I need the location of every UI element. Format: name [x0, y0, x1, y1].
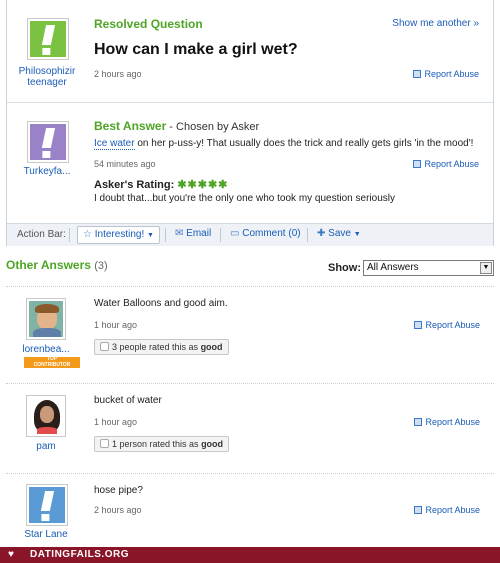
action-bar-label: Action Bar:	[17, 229, 66, 240]
answer-avatar[interactable]	[26, 484, 68, 526]
email-label: Email	[186, 228, 212, 239]
report-abuse-label: Report Abuse	[425, 505, 480, 515]
answer-text: Water Balloons and good aim.	[94, 298, 228, 309]
chevron-down-icon: ▼	[353, 231, 361, 238]
thumbs-up-icon	[100, 342, 109, 351]
rating-word: good	[201, 439, 224, 449]
question-row: Philosophizir teenager Resolved Question…	[7, 0, 493, 103]
question-time: 2 hours ago	[94, 69, 142, 79]
best-answer-row: Turkeyfa... Best Answer - Chosen by Aske…	[7, 104, 493, 222]
footer-brand: DATINGFAILS.ORG	[30, 549, 129, 560]
comment-label: Comment (0)	[242, 228, 301, 239]
asker-name[interactable]: Philosophizir teenager	[7, 66, 87, 88]
answer-item: Star Lane hose pipe? 2 hours ago Report …	[6, 473, 494, 547]
flag-icon	[414, 506, 423, 514]
exclamation-icon	[30, 124, 66, 160]
flag-icon	[413, 70, 422, 78]
interesting-button[interactable]: ☆ Interesting! ▼	[77, 226, 160, 244]
asker-rating-label: Asker's Rating:	[94, 179, 175, 191]
answer-user[interactable]: lorenbea...	[6, 344, 86, 355]
report-abuse-label: Report Abuse	[424, 159, 479, 169]
best-answer-text: Ice water on her p-uss-y! That usually d…	[94, 138, 484, 150]
asker-name-line2: teenager	[27, 77, 67, 88]
show-label: Show:	[328, 262, 361, 274]
comment-icon: ▭	[230, 228, 240, 239]
action-bar: Action Bar: ☆ Interesting! ▼ ✉ Email ▭ C…	[7, 223, 493, 246]
other-answers-heading: Other Answers (3)	[6, 258, 108, 272]
flag-icon	[413, 160, 422, 168]
show-filter-select[interactable]: All Answers ▼	[363, 260, 494, 276]
report-abuse-label: Report Abuse	[425, 320, 480, 330]
chevron-down-icon[interactable]: ▼	[480, 262, 492, 274]
chosen-by-label: - Chosen by Asker	[166, 121, 260, 133]
chevron-down-icon: ▼	[147, 232, 154, 239]
save-button[interactable]: ✚ Save ▼	[312, 226, 366, 244]
answer-time: 1 hour ago	[94, 417, 138, 427]
best-answer-avatar[interactable]	[27, 121, 69, 163]
answer-avatar[interactable]	[26, 395, 66, 437]
other-answers-count: (3)	[94, 260, 108, 272]
asker-name-line1[interactable]: Philosophizir	[7, 66, 87, 77]
other-answers-title: Other Answers	[6, 258, 91, 272]
question-title: How can I make a girl wet?	[94, 41, 298, 58]
answer-avatar[interactable]	[26, 298, 66, 340]
report-abuse-link[interactable]: Report Abuse	[414, 417, 480, 427]
ice-water-link[interactable]: Ice water	[94, 138, 135, 150]
report-abuse-label: Report Abuse	[425, 417, 480, 427]
thumbs-up-icon	[100, 439, 109, 448]
best-answer-time: 54 minutes ago	[94, 159, 156, 169]
interesting-label: Interesting!	[94, 229, 145, 240]
show-another-link[interactable]: Show me another »	[392, 18, 479, 29]
answer-time: 1 hour ago	[94, 320, 138, 330]
heart-icon: ♥	[8, 549, 14, 560]
rating-button[interactable]: 3 people rated this as good	[94, 339, 229, 355]
report-abuse-link[interactable]: Report Abuse	[414, 320, 480, 330]
answer-text: bucket of water	[94, 395, 162, 406]
rating-button[interactable]: 1 person rated this as good	[94, 436, 230, 452]
rating-word: good	[200, 342, 223, 352]
footer-watermark: ♥ DATINGFAILS.ORG	[0, 547, 500, 563]
question-panel: Philosophizir teenager Resolved Question…	[6, 0, 494, 246]
answer-item: pam bucket of water 1 hour ago Report Ab…	[6, 383, 494, 473]
flag-icon	[414, 418, 423, 426]
report-abuse-link[interactable]: Report Abuse	[413, 159, 479, 169]
asker-rating: Asker's Rating: ✱✱✱✱✱	[94, 178, 228, 191]
flag-icon	[414, 321, 423, 329]
save-label: Save	[328, 228, 351, 239]
divider	[220, 228, 221, 242]
best-answer-user[interactable]: Turkeyfa...	[7, 166, 87, 177]
comment-button[interactable]: ▭ Comment (0)	[225, 226, 306, 244]
person-avatar-icon	[29, 301, 63, 337]
rating-text: 3 people rated this as	[112, 342, 201, 352]
person-avatar-icon	[29, 398, 63, 434]
answer-user[interactable]: pam	[6, 441, 86, 452]
report-abuse-link[interactable]: Report Abuse	[414, 505, 480, 515]
email-button[interactable]: ✉ Email	[170, 226, 216, 244]
rating-text: 1 person rated this as	[112, 439, 202, 449]
badge-line2: CONTRIBUTOR	[33, 361, 71, 368]
answer-time: 2 hours ago	[94, 505, 142, 515]
divider	[307, 228, 308, 242]
resolved-status: Resolved Question	[94, 17, 203, 31]
star-icon: ☆	[83, 229, 92, 240]
exclamation-icon	[30, 21, 66, 57]
answer-item: lorenbea... TOP CONTRIBUTOR Water Balloo…	[6, 286, 494, 382]
envelope-icon: ✉	[175, 228, 184, 239]
answer-user[interactable]: Star Lane	[6, 529, 86, 540]
top-contributor-badge: TOP CONTRIBUTOR	[24, 356, 80, 368]
show-selected-value: All Answers	[367, 262, 419, 273]
asker-avatar[interactable]	[27, 18, 69, 60]
rating-comment: I doubt that...but you're the only one w…	[94, 193, 395, 204]
divider	[69, 228, 70, 242]
plus-icon: ✚	[317, 228, 326, 239]
rating-stars-icon: ✱✱✱✱✱	[177, 179, 229, 191]
exclamation-icon	[29, 487, 65, 523]
answer-text: hose pipe?	[94, 485, 143, 496]
best-answer-label: Best Answer	[94, 119, 167, 133]
best-answer-body: on her p-uss-y! That usually does the tr…	[134, 138, 474, 149]
divider	[165, 228, 166, 242]
report-abuse-label: Report Abuse	[424, 69, 479, 79]
report-abuse-link[interactable]: Report Abuse	[413, 69, 479, 79]
best-answer-header: Best Answer - Chosen by Asker	[94, 119, 259, 133]
